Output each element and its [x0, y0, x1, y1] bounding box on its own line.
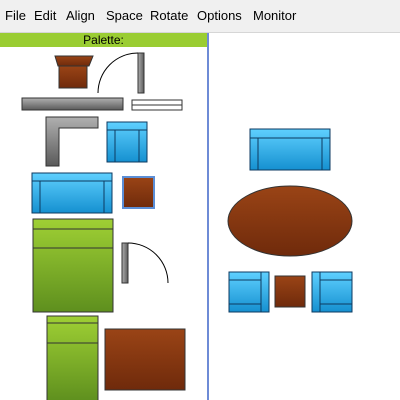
- palette-shapes: [21, 52, 186, 400]
- armchair-icon[interactable]: [311, 271, 353, 313]
- single-bed-icon[interactable]: [46, 315, 99, 400]
- menu-bar: File Edit Align Space Rotate Options Mon…: [0, 0, 400, 33]
- sofa-icon[interactable]: [249, 128, 331, 171]
- diagram-canvas[interactable]: [209, 33, 400, 400]
- table-icon[interactable]: [54, 55, 94, 89]
- double-bed-icon[interactable]: [32, 218, 114, 313]
- end-table-icon[interactable]: [122, 176, 155, 209]
- rectangular-table-icon[interactable]: [104, 328, 186, 391]
- oval-table-icon[interactable]: [227, 185, 353, 257]
- menu-edit[interactable]: Edit: [34, 8, 56, 23]
- menu-rotate[interactable]: Rotate: [150, 8, 188, 23]
- menu-monitor[interactable]: Monitor: [253, 8, 296, 23]
- menu-options[interactable]: Options: [197, 8, 242, 23]
- door-icon[interactable]: [121, 242, 169, 284]
- canvas-shapes: [227, 128, 353, 313]
- sofa-icon[interactable]: [31, 172, 113, 214]
- menu-align[interactable]: Align: [66, 8, 95, 23]
- wall-icon[interactable]: [21, 97, 124, 111]
- menu-file[interactable]: File: [5, 8, 26, 23]
- corner-wall-icon[interactable]: [45, 116, 99, 167]
- end-table-icon[interactable]: [274, 275, 306, 308]
- palette-panel: Palette:: [0, 33, 207, 400]
- armchair-icon[interactable]: [106, 121, 148, 163]
- door-icon[interactable]: [97, 52, 145, 94]
- window-icon[interactable]: [131, 99, 183, 111]
- armchair-icon[interactable]: [228, 271, 270, 313]
- menu-space[interactable]: Space: [106, 8, 143, 23]
